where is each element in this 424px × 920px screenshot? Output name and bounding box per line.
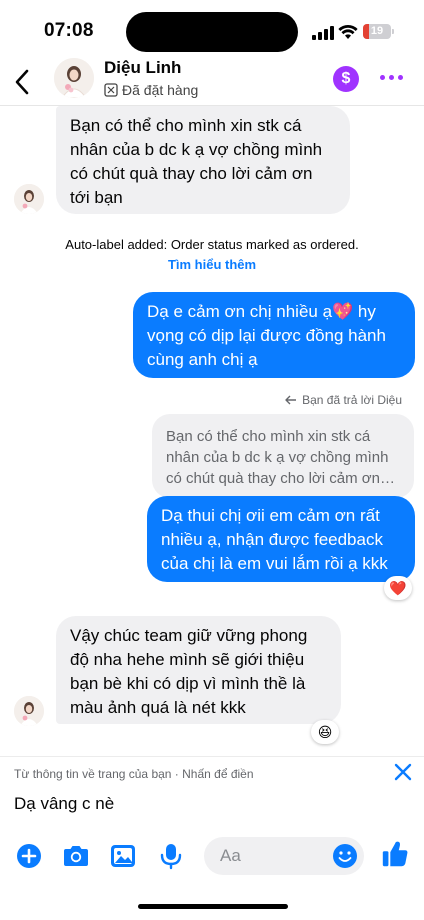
- wifi-icon: [338, 24, 358, 39]
- plus-icon[interactable]: [14, 841, 44, 871]
- quoted-text: Bạn có thể cho mình xin stk cá nhân của …: [166, 428, 389, 487]
- incoming-message[interactable]: Bạn có thể cho mình xin stk cá nhân của …: [56, 106, 350, 214]
- status-bar: 07:08 19: [0, 0, 424, 58]
- heart-reaction[interactable]: ❤️: [384, 576, 412, 600]
- gallery-icon[interactable]: [108, 841, 138, 871]
- system-note: Auto-label added: Order status marked as…: [65, 237, 359, 252]
- composer-bar: Aa: [0, 832, 424, 884]
- camera-icon[interactable]: [61, 841, 91, 871]
- battery-tip: [392, 29, 394, 34]
- reply-label-text: Bạn đã trả lời Diệu: [302, 393, 402, 407]
- contact-name[interactable]: Diệu Linh: [104, 58, 181, 78]
- autofill-text[interactable]: Dạ vâng c nè: [14, 794, 114, 814]
- status-time: 07:08: [44, 20, 94, 41]
- signal-icon: [312, 26, 334, 40]
- quoted-message[interactable]: Bạn có thể cho mình xin stk cá nhân của …: [152, 414, 414, 498]
- contact-avatar[interactable]: [54, 58, 94, 98]
- learn-more-link[interactable]: Tìm hiểu thêm: [0, 257, 424, 272]
- outgoing-message[interactable]: Dạ thui chị ơii em cảm ơn rất nhiều ạ, n…: [147, 496, 415, 582]
- tag-icon: [104, 83, 118, 97]
- back-icon[interactable]: [8, 64, 38, 100]
- outgoing-message[interactable]: Dạ e cảm ơn chị nhiều ạ💖 hy vọng có dịp …: [133, 292, 415, 378]
- sender-avatar[interactable]: [14, 184, 44, 214]
- reply-icon: [285, 395, 297, 405]
- message-text: Bạn có thể cho mình xin stk cá nhân của …: [70, 116, 323, 207]
- message-text: Dạ e cảm ơn chị nhiều ạ💖 hy vọng có dịp …: [147, 302, 386, 369]
- chat-header: Diệu Linh Đã đặt hàng $: [0, 58, 424, 106]
- home-indicator: [138, 904, 288, 909]
- message-placeholder: Aa: [220, 846, 241, 865]
- message-text: Vậy chúc team giữ vững phong độ nha hehe…: [70, 626, 308, 717]
- emoji-icon[interactable]: [332, 843, 358, 869]
- autofill-suggestion[interactable]: Từ thông tin về trang của bạn · Nhấn để …: [0, 756, 424, 832]
- thumbs-up-icon[interactable]: [380, 839, 410, 869]
- order-status-tag[interactable]: Đã đặt hàng: [104, 80, 198, 100]
- incoming-message[interactable]: Vậy chúc team giữ vững phong độ nha hehe…: [56, 616, 341, 724]
- message-input[interactable]: Aa: [204, 837, 364, 875]
- battery-level: 19: [370, 25, 384, 37]
- close-icon[interactable]: [392, 761, 414, 783]
- message-text: Dạ thui chị ơii em cảm ơn rất nhiều ạ, n…: [161, 506, 388, 573]
- battery-indicator: 19: [363, 24, 391, 39]
- dollar-icon[interactable]: $: [333, 66, 359, 92]
- autofill-hint: Từ thông tin về trang của bạn · Nhấn để …: [14, 767, 254, 781]
- mic-icon[interactable]: [156, 841, 186, 871]
- laugh-reaction[interactable]: 😆: [311, 720, 339, 744]
- more-icon[interactable]: [378, 68, 406, 88]
- sender-avatar[interactable]: [14, 696, 44, 726]
- dynamic-island: [126, 12, 298, 52]
- order-status-label: Đã đặt hàng: [122, 82, 199, 98]
- reply-label: Bạn đã trả lời Diệu: [285, 393, 402, 407]
